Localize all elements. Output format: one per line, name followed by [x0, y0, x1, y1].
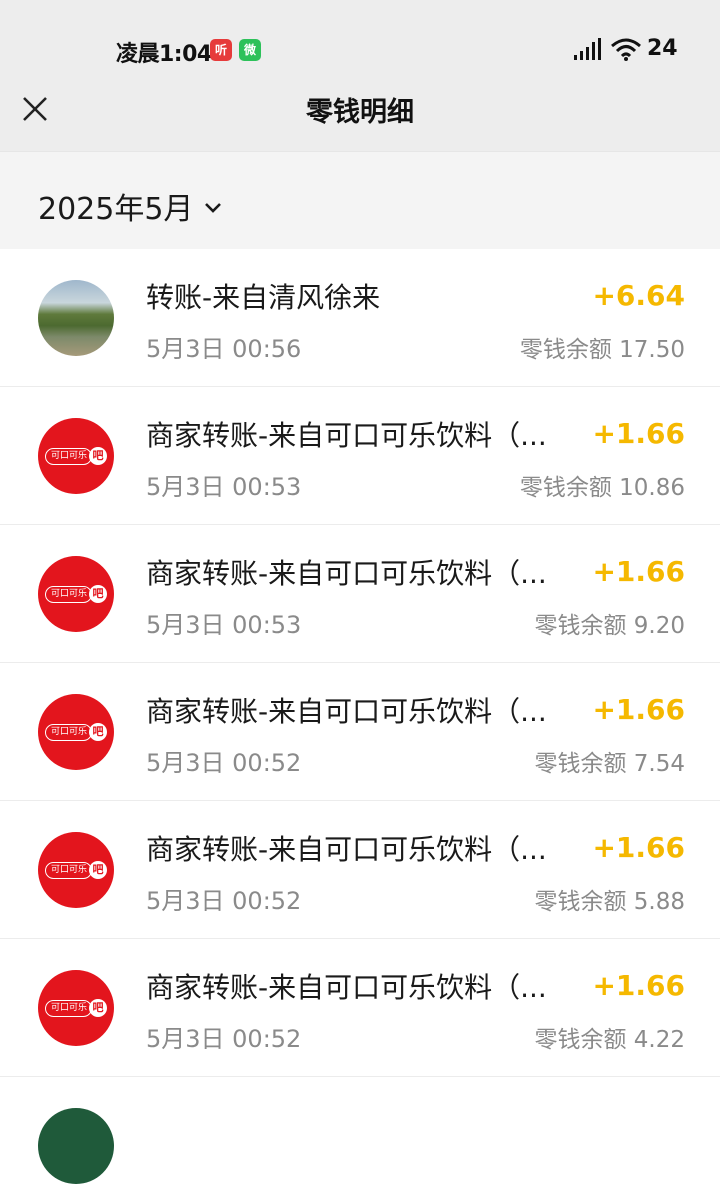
transaction-date: 5月3日 00:56 [146, 335, 302, 363]
transaction-amount: +1.66 [592, 693, 685, 726]
transaction-row-partial[interactable] [0, 1077, 720, 1184]
brand-logo: 可口可乐吧 [44, 447, 107, 465]
month-label: 2025年5月 [38, 192, 194, 227]
transaction-date: 5月3日 00:52 [146, 1025, 302, 1053]
brand-logo-bubble: 吧 [89, 861, 107, 879]
transaction-date: 5月3日 00:52 [146, 887, 302, 915]
brand-logo-bubble: 吧 [89, 999, 107, 1017]
transaction-name: 商家转账-来自可口可乐饮料（... [146, 971, 547, 1004]
transaction-amount: +1.66 [592, 555, 685, 588]
transaction-amount: +1.66 [592, 831, 685, 864]
brand-logo-icon: 可口可乐吧 [38, 970, 114, 1046]
signal-icon [574, 38, 601, 60]
transaction-row[interactable]: 可口可乐吧 商家转账-来自可口可乐饮料（... 5月3日 00:53 +1.66 零钱余… [0, 525, 720, 663]
transaction-balance: 零钱余额 5.88 [534, 889, 685, 915]
brand-logo: 可口可乐吧 [44, 585, 107, 603]
transaction-amount: +1.66 [592, 417, 685, 450]
brand-logo-text: 可口可乐 [44, 447, 92, 465]
brand-logo-text: 可口可乐 [44, 585, 92, 603]
transaction-row[interactable]: 可口可乐吧 商家转账-来自可口可乐饮料（... 5月3日 00:52 +1.66 零钱余… [0, 801, 720, 939]
transaction-balance: 零钱余额 10.86 [519, 475, 685, 501]
month-selector[interactable]: 2025年5月 [38, 184, 223, 228]
transaction-date: 5月3日 00:53 [146, 473, 302, 501]
avatar [38, 280, 114, 356]
transaction-balance: 零钱余额 7.54 [534, 751, 685, 777]
transaction-name: 商家转账-来自可口可乐饮料（... [146, 695, 547, 728]
transaction-row[interactable]: 可口可乐吧 商家转账-来自可口可乐饮料（... 5月3日 00:53 +1.66 零钱余… [0, 387, 720, 525]
top-bar: 凌晨1:04 听 微 24 零钱明细 [0, 0, 720, 151]
transaction-balance: 零钱余额 4.22 [534, 1027, 685, 1053]
transaction-balance: 零钱余额 9.20 [534, 613, 685, 639]
status-bar: 凌晨1:04 听 微 24 [0, 0, 720, 100]
brand-logo: 可口可乐吧 [44, 861, 107, 879]
transaction-name: 商家转账-来自可口可乐饮料（... [146, 557, 547, 590]
avatar [38, 1108, 114, 1184]
brand-logo-icon: 可口可乐吧 [38, 556, 114, 632]
chevron-down-icon [205, 203, 222, 213]
month-filter-bar: 2025年5月 [0, 151, 720, 249]
transaction-name: 商家转账-来自可口可乐饮料（... [146, 419, 547, 452]
page-title: 零钱明细 [306, 97, 414, 128]
battery-level: 24 [647, 36, 678, 61]
transaction-name: 商家转账-来自可口可乐饮料（... [146, 833, 547, 866]
wechat-app-icon: 微 [239, 39, 261, 61]
transaction-amount: +6.64 [592, 279, 685, 312]
transaction-name: 转账-来自清风徐来 [146, 281, 381, 314]
transaction-date: 5月3日 00:53 [146, 611, 302, 639]
transaction-balance: 零钱余额 17.50 [519, 337, 685, 363]
brand-logo-bubble: 吧 [89, 447, 107, 465]
transaction-amount: +1.66 [592, 969, 685, 1002]
transaction-date: 5月3日 00:52 [146, 749, 302, 777]
brand-logo: 可口可乐吧 [44, 999, 107, 1017]
brand-logo-icon: 可口可乐吧 [38, 418, 114, 494]
transaction-row[interactable]: 可口可乐吧 商家转账-来自可口可乐饮料（... 5月3日 00:52 +1.66 零钱余… [0, 663, 720, 801]
brand-logo-text: 可口可乐 [44, 999, 92, 1017]
brand-logo-bubble: 吧 [89, 723, 107, 741]
brand-logo-icon: 可口可乐吧 [38, 832, 114, 908]
wifi-icon [611, 38, 641, 61]
brand-logo-text: 可口可乐 [44, 861, 92, 879]
transaction-list: 转账-来自清风徐来 5月3日 00:56 +6.64 零钱余额 17.50 可口可乐吧商… [0, 249, 720, 1184]
brand-logo-bubble: 吧 [89, 585, 107, 603]
status-time: 凌晨1:04 [116, 42, 212, 67]
brand-logo-text: 可口可乐 [44, 723, 92, 741]
brand-logo-icon: 可口可乐吧 [38, 694, 114, 770]
listen-app-icon: 听 [210, 39, 232, 61]
brand-logo: 可口可乐吧 [44, 723, 107, 741]
transaction-row[interactable]: 可口可乐吧 商家转账-来自可口可乐饮料（... 5月3日 00:52 +1.66 零钱余… [0, 939, 720, 1077]
transaction-row[interactable]: 转账-来自清风徐来 5月3日 00:56 +6.64 零钱余额 17.50 [0, 249, 720, 387]
